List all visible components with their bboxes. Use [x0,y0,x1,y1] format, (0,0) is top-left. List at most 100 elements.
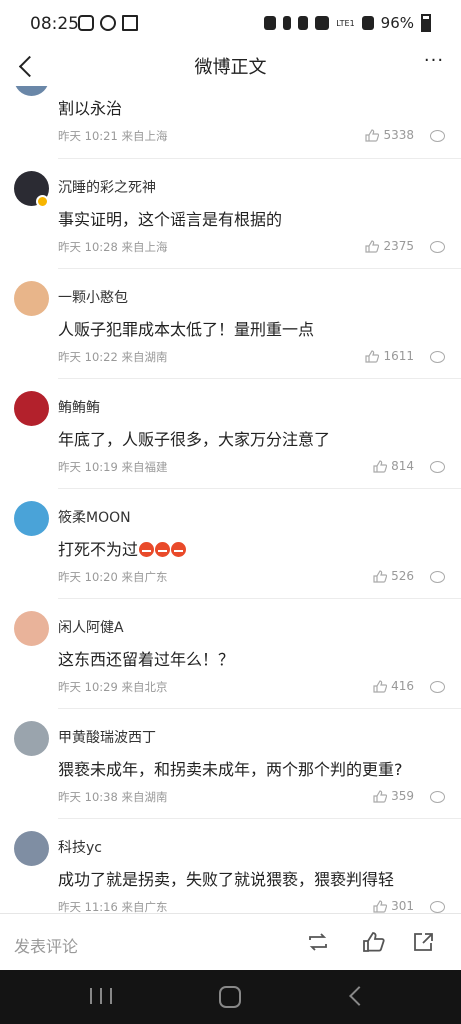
comment-username[interactable]: 鲔鲔鲔 [58,397,100,417]
status-time: 08:25 [30,14,79,34]
avatar[interactable] [14,831,49,866]
comment-text: 打死不为过 [58,536,187,560]
comment-meta: 昨天 10:29 来自北京 [58,679,167,695]
reply-icon[interactable] [430,791,445,803]
comment-time: 昨天 11:16 [58,900,118,913]
avatar[interactable] [14,501,49,536]
thumbs-up-icon[interactable] [362,931,386,953]
like-button[interactable]: 416 [373,679,414,693]
battery-level: 96% [380,14,414,32]
comment-username[interactable]: 甲黄酸瑞波西丁 [58,727,156,747]
divider [58,378,461,379]
divider [58,488,461,489]
comment-list[interactable]: 割以永治 昨天 10:21 来自上海 5338 沉睡的彩之死神 事实证明，这个谣… [0,86,461,913]
avatar[interactable] [14,391,49,426]
comment-time: 昨天 10:22 [58,350,118,364]
thumbs-up-icon [365,239,380,253]
bottom-action-bar: 发表评论 [0,913,461,971]
angry-emoji-icon [155,542,171,557]
thumbs-up-icon [365,349,380,363]
comment-location: 来自湖南 [121,350,168,364]
system-nav-bar [0,970,461,1024]
angry-emoji-icon [139,542,155,557]
messenger-icon [100,15,116,31]
like-button[interactable]: 1611 [365,349,414,363]
comment-location: 来自广东 [121,900,168,913]
comment-meta: 昨天 10:38 来自湖南 [58,789,167,805]
comment-meta: 昨天 11:16 来自广东 [58,899,167,913]
home-icon[interactable] [219,986,241,1008]
comment-text-body: 打死不为过 [58,540,139,559]
like-button[interactable]: 2375 [365,239,414,253]
wifi-icon [315,16,330,30]
divider [58,708,461,709]
like-count: 5338 [383,128,414,142]
comment-meta: 昨天 10:20 来自广东 [58,569,167,585]
comment-time: 昨天 10:21 [58,129,118,143]
verified-badge-icon [36,195,49,208]
more-options-icon[interactable]: ··· [419,50,449,78]
reply-icon[interactable] [430,351,445,363]
reply-icon[interactable] [430,241,445,253]
reply-icon[interactable] [430,461,445,473]
comment-location: 来自湖南 [121,790,168,804]
comment-meta: 昨天 10:21 来自上海 [58,128,167,144]
like-button[interactable]: 814 [373,459,414,473]
comment-text: 年底了，人贩子很多，大家万分注意了 [58,430,331,449]
notification-icons [78,15,138,31]
comment-location: 来自广东 [121,570,168,584]
comment-time: 昨天 10:28 [58,240,118,254]
angry-emoji-icon [171,542,187,557]
page-title: 微博正文 [194,57,267,78]
thumbs-up-icon [373,569,388,583]
comment-time: 昨天 10:38 [58,790,118,804]
avatar[interactable] [14,281,49,316]
comment-time: 昨天 10:29 [58,680,118,694]
comment-text: 猥亵未成年，和拐卖未成年，两个那个判的更重? [58,760,403,779]
battery-icon [421,14,431,32]
divider [58,268,461,269]
avatar[interactable] [14,611,49,646]
thumbs-up-icon [373,789,388,803]
crown-icon [122,15,138,31]
divider [58,158,461,159]
comment-time: 昨天 10:19 [58,460,118,474]
comment-location: 来自北京 [121,680,168,694]
thumbs-up-icon [373,459,388,473]
reply-icon[interactable] [430,130,445,142]
comment-input[interactable]: 发表评论 [14,933,78,957]
comment-text: 成功了就是拐卖，失败了就说猥亵，猥亵判得轻 [58,870,395,889]
like-count: 416 [391,679,414,693]
signal-icon [361,16,374,30]
like-button[interactable]: 526 [373,569,414,583]
comment-text: 这东西还留着过年么！？ [58,650,235,669]
thumbs-up-icon [365,128,380,142]
comment-username[interactable]: 科技yc [58,837,102,857]
comment-username[interactable]: 沉睡的彩之死神 [58,177,156,197]
recent-apps-icon[interactable] [90,988,112,1004]
like-count: 526 [391,569,414,583]
comment-location: 来自上海 [121,240,168,254]
reply-icon[interactable] [430,571,445,583]
like-count: 301 [391,899,414,913]
status-bar: 08:25 LTE1 96% [0,0,461,48]
like-button[interactable]: 359 [373,789,414,803]
divider [58,818,461,819]
like-button[interactable]: 301 [373,899,414,913]
bluetooth-icon [283,16,292,30]
system-back-icon[interactable] [349,986,369,1006]
reply-icon[interactable] [430,681,445,693]
comment-text: 人贩子犯罪成本太低了！量刑重一点 [58,320,315,339]
comment-username[interactable]: 一颗小憨包 [58,287,128,307]
like-count: 2375 [383,239,414,253]
comment-username[interactable]: 筱柔MOON [58,507,131,527]
comment-text: 割以永治 [58,99,123,118]
share-icon[interactable] [412,931,436,953]
like-count: 814 [391,459,414,473]
avatar[interactable] [14,721,49,756]
avatar[interactable] [14,86,49,96]
repost-icon[interactable] [306,931,330,953]
like-button[interactable]: 5338 [365,128,414,142]
reply-icon[interactable] [430,901,445,913]
comment-username[interactable]: 闲人阿健A [58,617,124,637]
